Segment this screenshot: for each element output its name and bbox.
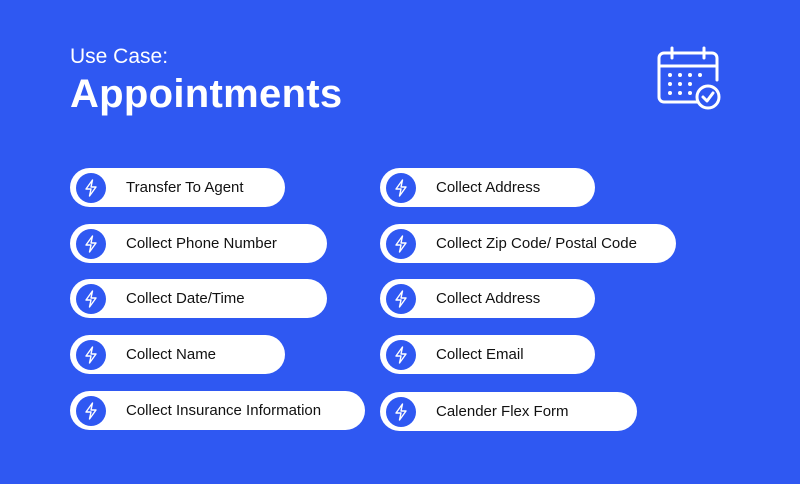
page-title: Appointments <box>70 72 343 116</box>
list-item[interactable]: Collect Date/Time <box>70 279 327 318</box>
list-item[interactable]: Collect Email <box>380 335 595 374</box>
lightning-icon <box>386 396 416 427</box>
lightning-icon <box>76 395 106 426</box>
list-item-label: Collect Zip Code/ Postal Code <box>436 235 637 252</box>
list-item-label: Collect Phone Number <box>126 235 277 252</box>
list-item-label: Collect Date/Time <box>126 290 245 307</box>
list-item[interactable]: Collect Phone Number <box>70 224 327 263</box>
list-item-label: Collect Insurance Information <box>126 402 322 419</box>
list-item-label: Collect Name <box>126 346 217 363</box>
lightning-icon <box>76 228 106 259</box>
lightning-icon <box>76 283 106 314</box>
list-item[interactable]: Collect Address <box>380 168 595 207</box>
list-item[interactable]: Collect Name <box>70 335 285 374</box>
list-item[interactable]: Transfer To Agent <box>70 168 285 207</box>
lightning-icon <box>76 339 106 370</box>
list-item-label: Calender Flex Form <box>436 403 569 420</box>
calendar-check-icon <box>657 46 721 110</box>
list-item[interactable]: Collect Zip Code/ Postal Code <box>380 224 676 263</box>
lightning-icon <box>386 228 416 259</box>
list-item-label: Transfer To Agent <box>126 179 244 196</box>
list-item[interactable]: Collect Address <box>380 279 595 318</box>
list-item-label: Collect Address <box>436 179 541 196</box>
list-item[interactable]: Calender Flex Form <box>380 392 637 431</box>
lightning-icon <box>76 172 106 203</box>
list-item-label: Collect Email <box>436 346 524 363</box>
lightning-icon <box>386 172 416 203</box>
lightning-icon <box>386 339 416 370</box>
list-item-label: Collect Address <box>436 290 541 307</box>
list-item[interactable]: Collect Insurance Information <box>70 391 365 430</box>
lightning-icon <box>386 283 416 314</box>
eyebrow-label: Use Case: <box>70 45 169 68</box>
